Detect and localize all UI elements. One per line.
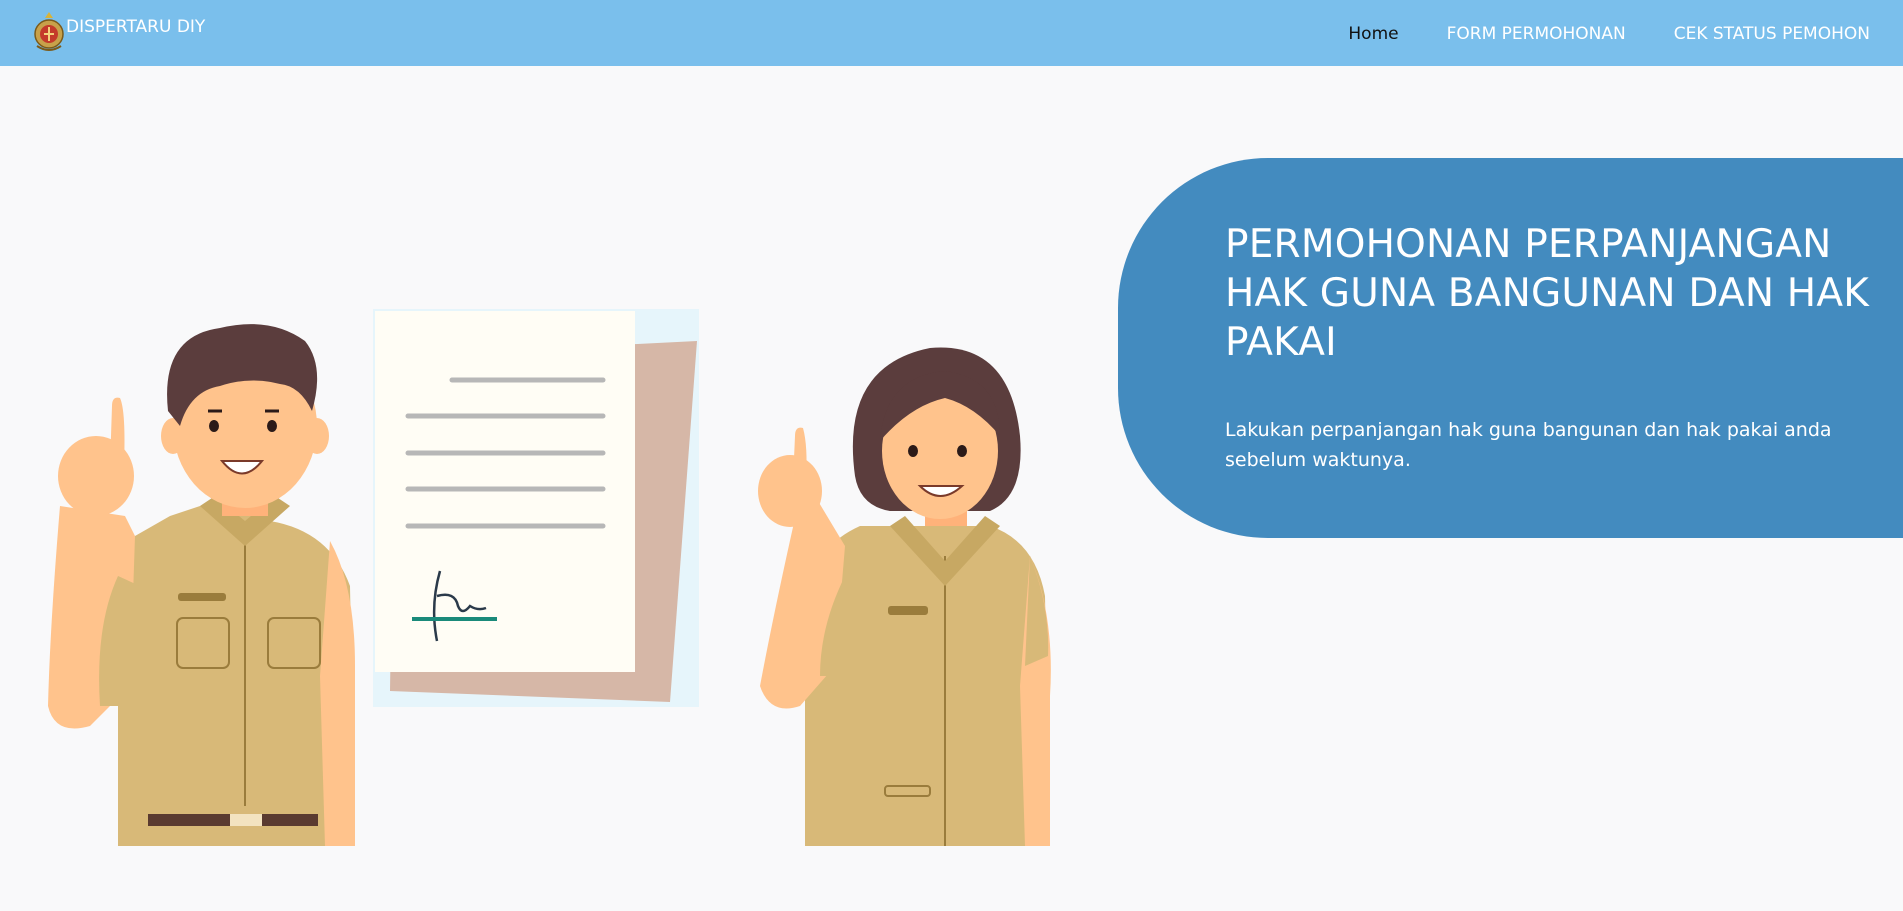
- dispertaru-logo-icon: [34, 12, 64, 51]
- hero-illustration: [48, 309, 1051, 846]
- nav-home-link[interactable]: Home: [1348, 24, 1398, 44]
- nav-cek-status-link[interactable]: CEK STATUS PEMOHON: [1674, 24, 1870, 44]
- hero-title: PERMOHONAN PERPANJANGAN HAK GUNA BANGUNA…: [1225, 222, 1869, 365]
- hero-subtitle: Lakukan perpanjangan hak guna bangunan d…: [1225, 419, 1832, 471]
- officer-man-icon: [48, 324, 355, 846]
- document-icon: [373, 309, 699, 707]
- nav-links: Home FORM PERMOHONAN CEK STATUS PEMOHON: [1348, 24, 1870, 44]
- brand[interactable]: DISPERTARU DIY: [32, 10, 205, 54]
- officer-woman-icon: [758, 347, 1051, 846]
- hero-panel: PERMOHONAN PERPANJANGAN HAK GUNA BANGUNA…: [1118, 158, 1903, 538]
- navbar: DISPERTARU DIY Home FORM PERMOHONAN CEK …: [0, 0, 1903, 66]
- brand-name: DISPERTARU DIY: [66, 17, 206, 37]
- nav-form-permohonan-link[interactable]: FORM PERMOHONAN: [1447, 24, 1626, 44]
